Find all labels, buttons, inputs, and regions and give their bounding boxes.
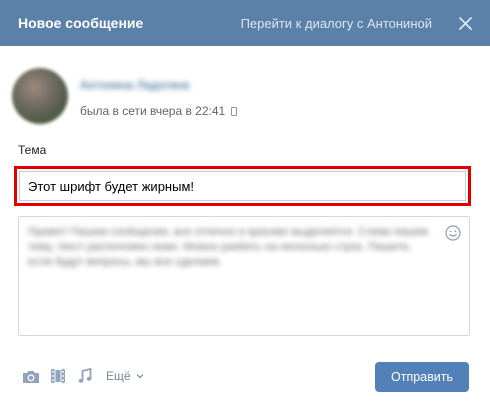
recipient-name[interactable]: Антонина Ладогина: [80, 78, 189, 92]
attachments-toolbar: Ещё: [22, 368, 144, 384]
dialog-header: Новое сообщение Перейти к диалогу с Анто…: [0, 0, 490, 46]
avatar[interactable]: [12, 68, 68, 124]
send-button[interactable]: Отправить: [375, 362, 469, 392]
header-actions: Перейти к диалогу с Антониной: [241, 16, 472, 31]
chevron-down-icon: [136, 374, 143, 379]
more-label: Ещё: [106, 369, 131, 383]
dialog-title: Новое сообщение: [18, 15, 144, 31]
close-icon[interactable]: [458, 16, 472, 30]
subject-label: Тема: [18, 143, 47, 157]
camera-icon[interactable]: [22, 368, 40, 384]
film-icon[interactable]: [50, 368, 68, 384]
subject-highlight-frame: Этот шрифт будет жирным!: [14, 166, 471, 206]
go-to-dialog-link[interactable]: Перейти к диалогу с Антониной: [241, 16, 432, 31]
music-note-icon[interactable]: [78, 368, 96, 384]
recipient-info: Антонина Ладогина была в сети вчера в 22…: [12, 68, 238, 124]
online-status-text: была в сети вчера в 22:41: [80, 104, 226, 118]
recipient-details: Антонина Ладогина была в сети вчера в 22…: [80, 68, 238, 118]
message-text: Привет! Пишем сообщение, все отлично и к…: [28, 226, 428, 268]
online-status: была в сети вчера в 22:41: [80, 104, 238, 118]
mobile-phone-icon: [231, 106, 238, 116]
subject-input[interactable]: Этот шрифт будет жирным!: [19, 171, 466, 201]
more-attachments-button[interactable]: Ещё: [106, 369, 144, 383]
new-message-dialog: Новое сообщение Перейти к диалогу с Анто…: [0, 0, 490, 408]
smile-icon[interactable]: [445, 225, 461, 241]
message-textarea[interactable]: Привет! Пишем сообщение, все отлично и к…: [18, 216, 470, 336]
